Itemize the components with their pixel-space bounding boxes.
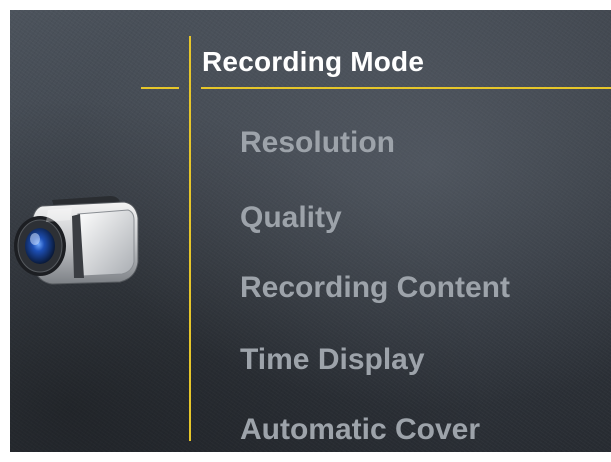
- menu-vertical-divider: [189, 36, 191, 441]
- camcorder-icon: [14, 196, 139, 285]
- menu-item-recording-content[interactable]: Recording Content: [240, 271, 510, 305]
- menu-item-time-display[interactable]: Time Display: [240, 343, 425, 377]
- menu-item-resolution[interactable]: Resolution: [240, 126, 395, 160]
- title-underline: [201, 87, 611, 89]
- menu-title: Recording Mode: [202, 46, 425, 77]
- menu-item-quality[interactable]: Quality: [240, 201, 342, 235]
- menu-left-tick: [141, 87, 179, 89]
- osd-menu-screen: Recording Mode Resolution Quality Record…: [10, 10, 611, 452]
- menu-item-automatic-cover[interactable]: Automatic Cover: [240, 413, 480, 447]
